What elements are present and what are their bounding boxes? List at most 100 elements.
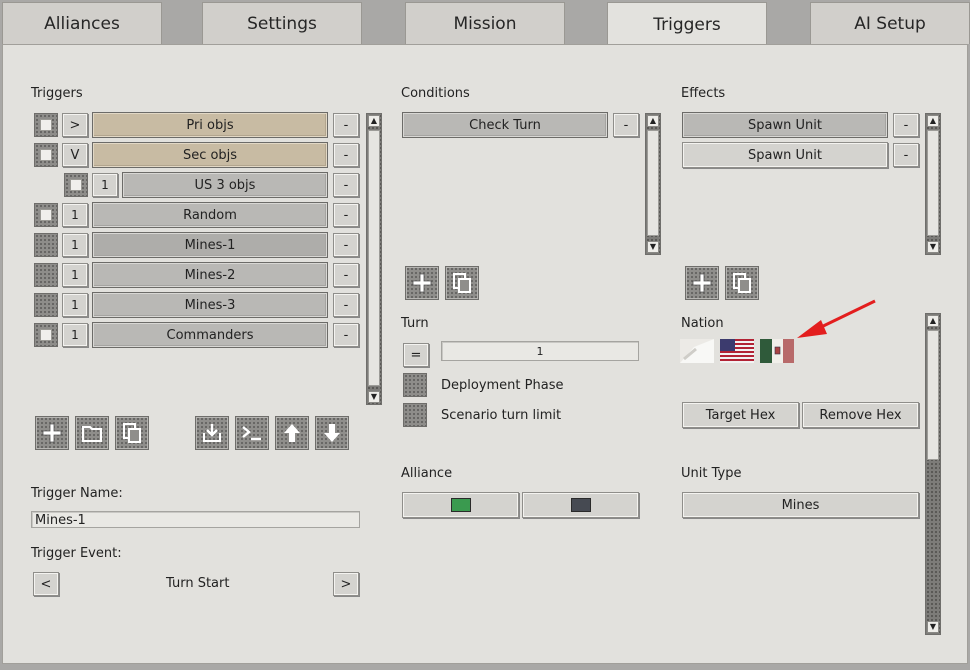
trigger-count: 1 bbox=[62, 293, 88, 317]
editor-window: Alliances Settings Mission Triggers AI S… bbox=[0, 0, 970, 670]
trigger-remove-button[interactable]: - bbox=[333, 203, 359, 227]
add-icon[interactable] bbox=[35, 416, 69, 450]
trigger-count: 1 bbox=[62, 203, 88, 227]
scroll-up-icon[interactable]: ▲ bbox=[368, 115, 380, 127]
tab-alliances[interactable]: Alliances bbox=[2, 2, 162, 44]
effect-remove-button[interactable]: - bbox=[893, 143, 919, 167]
trigger-remove-button[interactable]: - bbox=[333, 293, 359, 317]
alliance-dark-swatch bbox=[570, 498, 591, 512]
trigger-remove-button[interactable]: - bbox=[333, 233, 359, 257]
trigger-item-commanders[interactable]: Commanders bbox=[92, 322, 328, 348]
effect-item-spawn-unit[interactable]: Spawn Unit bbox=[682, 112, 888, 138]
scenario-turn-limit-checkbox[interactable] bbox=[403, 403, 427, 427]
trigger-expand-button[interactable]: > bbox=[62, 113, 88, 137]
trigger-count: 1 bbox=[62, 233, 88, 257]
triggers-scrollbar[interactable]: ▲ ▼ bbox=[366, 113, 382, 405]
trigger-checkbox[interactable] bbox=[34, 293, 58, 317]
unit-type-select[interactable]: Mines bbox=[682, 492, 919, 518]
scrollbar-thumb[interactable] bbox=[927, 330, 939, 460]
folder-icon[interactable] bbox=[75, 416, 109, 450]
effect-item-spawn-unit[interactable]: Spawn Unit bbox=[682, 142, 888, 168]
event-next-button[interactable]: > bbox=[333, 572, 359, 596]
trigger-remove-button[interactable]: - bbox=[333, 173, 359, 197]
turn-value-input[interactable]: 1 bbox=[441, 341, 639, 361]
turn-label: Turn bbox=[401, 316, 429, 331]
alliance-green-button[interactable] bbox=[402, 492, 519, 518]
scroll-up-icon[interactable]: ▲ bbox=[647, 115, 659, 127]
unit-type-label: Unit Type bbox=[681, 466, 742, 481]
trigger-checkbox[interactable] bbox=[34, 233, 58, 257]
trigger-name-input[interactable]: Mines-1 bbox=[31, 511, 360, 528]
trigger-item-mines-3[interactable]: Mines-3 bbox=[92, 292, 328, 318]
alliance-label: Alliance bbox=[401, 466, 453, 481]
add-condition-icon[interactable] bbox=[405, 266, 439, 300]
tab-triggers[interactable]: Triggers bbox=[607, 2, 767, 46]
conditions-scrollbar[interactable]: ▲ ▼ bbox=[645, 113, 661, 255]
trigger-item-us-3-objs[interactable]: US 3 objs bbox=[122, 172, 328, 198]
event-prev-button[interactable]: < bbox=[33, 572, 59, 596]
scroll-up-icon[interactable]: ▲ bbox=[927, 115, 939, 127]
trigger-count: 1 bbox=[62, 263, 88, 287]
remove-hex-button[interactable]: Remove Hex bbox=[802, 402, 919, 428]
effect-options-scrollbar[interactable]: ▲ ▼ bbox=[925, 313, 941, 635]
trigger-event-label: Trigger Event: bbox=[31, 546, 122, 561]
copy-effect-icon[interactable] bbox=[725, 266, 759, 300]
tab-settings[interactable]: Settings bbox=[202, 2, 362, 44]
scroll-down-icon[interactable]: ▼ bbox=[368, 391, 380, 403]
trigger-checkbox[interactable] bbox=[64, 173, 88, 197]
turn-operator-button[interactable]: = bbox=[403, 343, 429, 367]
condition-remove-button[interactable]: - bbox=[613, 113, 639, 137]
trigger-checkbox[interactable] bbox=[34, 113, 58, 137]
deployment-phase-checkbox[interactable] bbox=[403, 373, 427, 397]
move-up-icon[interactable] bbox=[275, 416, 309, 450]
trigger-remove-button[interactable]: - bbox=[333, 113, 359, 137]
trigger-checkbox[interactable] bbox=[34, 143, 58, 167]
scrollbar-thumb[interactable] bbox=[927, 130, 939, 236]
copy-icon[interactable] bbox=[115, 416, 149, 450]
tab-ai-setup[interactable]: AI Setup bbox=[810, 2, 970, 44]
import-icon[interactable] bbox=[195, 416, 229, 450]
trigger-remove-button[interactable]: - bbox=[333, 143, 359, 167]
scroll-down-icon[interactable]: ▼ bbox=[927, 621, 939, 633]
trigger-remove-button[interactable]: - bbox=[333, 263, 359, 287]
alliance-dark-button[interactable] bbox=[522, 492, 639, 518]
trigger-item-mines-2[interactable]: Mines-2 bbox=[92, 262, 328, 288]
trigger-item-pri-objs[interactable]: Pri objs bbox=[92, 112, 328, 138]
trigger-checkbox[interactable] bbox=[34, 203, 58, 227]
scrollbar-thumb[interactable] bbox=[647, 130, 659, 236]
white-flag-icon[interactable] bbox=[680, 339, 714, 363]
trigger-name-label: Trigger Name: bbox=[31, 486, 123, 501]
scroll-up-icon[interactable]: ▲ bbox=[927, 315, 939, 327]
trigger-count: 1 bbox=[62, 323, 88, 347]
us-flag-icon[interactable] bbox=[720, 339, 754, 363]
effects-heading: Effects bbox=[681, 86, 726, 101]
annotation-arrow-icon bbox=[797, 299, 876, 338]
trigger-remove-button[interactable]: - bbox=[333, 323, 359, 347]
trigger-item-sec-objs[interactable]: Sec objs bbox=[92, 142, 328, 168]
trigger-collapse-button[interactable]: V bbox=[62, 143, 88, 167]
scroll-down-icon[interactable]: ▼ bbox=[927, 241, 939, 253]
effect-remove-button[interactable]: - bbox=[893, 113, 919, 137]
triggers-heading: Triggers bbox=[31, 86, 83, 101]
target-hex-button[interactable]: Target Hex bbox=[682, 402, 799, 428]
nation-label: Nation bbox=[681, 316, 724, 331]
move-down-icon[interactable] bbox=[315, 416, 349, 450]
console-icon[interactable] bbox=[235, 416, 269, 450]
effects-scrollbar[interactable]: ▲ ▼ bbox=[925, 113, 941, 255]
copy-condition-icon[interactable] bbox=[445, 266, 479, 300]
scenario-turn-limit-label: Scenario turn limit bbox=[441, 408, 562, 423]
trigger-item-random[interactable]: Random bbox=[92, 202, 328, 228]
scroll-down-icon[interactable]: ▼ bbox=[647, 241, 659, 253]
trigger-item-mines-1[interactable]: Mines-1 bbox=[92, 232, 328, 258]
scrollbar-thumb[interactable] bbox=[368, 130, 380, 386]
conditions-heading: Conditions bbox=[401, 86, 470, 101]
deployment-phase-label: Deployment Phase bbox=[441, 378, 564, 393]
alliance-green-swatch bbox=[450, 498, 471, 512]
tab-mission[interactable]: Mission bbox=[405, 2, 565, 44]
trigger-event-value: Turn Start bbox=[166, 576, 230, 591]
add-effect-icon[interactable] bbox=[685, 266, 719, 300]
condition-item-check-turn[interactable]: Check Turn bbox=[402, 112, 608, 138]
trigger-checkbox[interactable] bbox=[34, 323, 58, 347]
italy-flag-icon[interactable] bbox=[760, 339, 794, 363]
trigger-checkbox[interactable] bbox=[34, 263, 58, 287]
